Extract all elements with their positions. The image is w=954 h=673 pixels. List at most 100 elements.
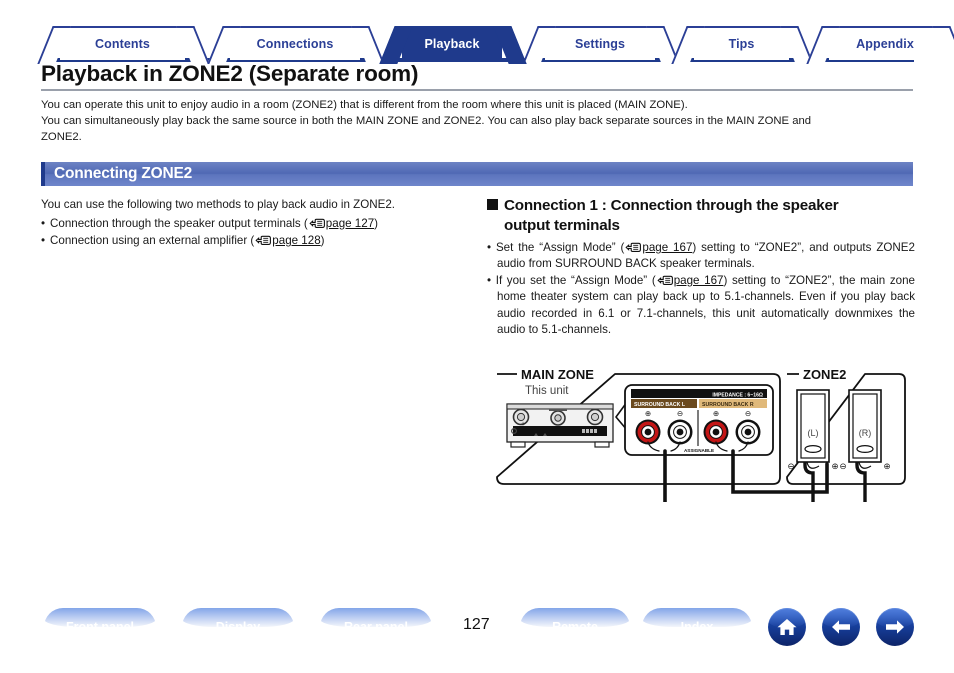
pointing-hand-icon <box>657 275 674 285</box>
page-reference-text: page 167 <box>673 273 724 287</box>
tab-label: Connections <box>256 37 334 51</box>
bullet-text-after: ) <box>320 234 325 247</box>
intro-line-2: You can simultaneously play back the sam… <box>41 114 812 127</box>
button-label: Display <box>215 620 261 634</box>
impedance-label: IMPEDANCE : 6~16Ω <box>712 392 763 398</box>
button-label: Front panel <box>65 620 135 634</box>
bullet-text: Set the “Assign Mode” ( <box>495 241 625 254</box>
speaker-left-driver <box>804 444 822 453</box>
speaker-right-driver <box>856 444 874 453</box>
tab-label: Tips <box>728 37 755 51</box>
tab-label: Playback <box>424 37 480 51</box>
page-reference-text: page 127 <box>325 216 375 230</box>
pointing-hand-icon <box>309 218 326 228</box>
binding-post-right-plus <box>703 419 729 445</box>
remote-button[interactable]: Remote <box>520 608 630 646</box>
tab-contents[interactable]: Contents <box>60 26 185 60</box>
index-button[interactable]: Index <box>642 608 752 646</box>
binding-post-left-plus <box>635 419 661 445</box>
intro-paragraph: You can operate this unit to enjoy audio… <box>41 98 915 145</box>
button-label: Remote <box>552 620 598 634</box>
tab-playback[interactable]: Playback <box>402 26 502 60</box>
zone2-label: ZONE2 <box>803 367 846 382</box>
title-divider <box>41 89 913 91</box>
tab-connections[interactable]: Connections <box>230 26 360 60</box>
list-item: • Connection using an external amplifier … <box>41 232 471 250</box>
speaker-right-plus: ⊕ <box>883 461 890 471</box>
list-item: • If you set the “Assign Mode” (page 167… <box>487 273 915 339</box>
left-column: You can use the following two methods to… <box>41 196 471 250</box>
minus-symbol: ⊖ <box>677 409 683 418</box>
tab-edge-left <box>215 26 231 62</box>
tab-edge-right <box>501 26 517 62</box>
tab-edge-right <box>359 26 375 62</box>
page-reference-link[interactable]: page 167 <box>642 241 692 254</box>
main-zone-label: MAIN ZONE <box>521 367 594 382</box>
tab-tips[interactable]: Tips <box>694 26 789 60</box>
tab-edge-right <box>788 26 804 62</box>
speaker-left-plus: ⊕ <box>831 461 838 471</box>
arrow-right-icon <box>886 620 904 634</box>
home-button[interactable] <box>768 608 806 646</box>
section-title: Connecting ZONE2 <box>54 165 193 182</box>
arrow-left-icon <box>832 620 850 634</box>
bullet-dot: • <box>487 273 492 287</box>
page-number: 127 <box>463 616 490 633</box>
speaker-right-label: (R) <box>859 428 872 438</box>
speaker-right-minus: ⊖ <box>839 461 846 471</box>
tab-edge-left <box>814 26 830 62</box>
tab-edge-left <box>530 26 546 62</box>
intro-line-3: ZONE2. <box>41 130 82 143</box>
list-item: • Connection through the speaker output t… <box>41 215 471 233</box>
tab-label: Contents <box>95 37 150 51</box>
button-label: Rear panel <box>344 620 408 634</box>
tab-edge-right <box>654 26 670 62</box>
section-header-bar: Connecting ZONE2 <box>41 162 913 186</box>
pointing-hand-icon <box>625 242 642 252</box>
tab-edge-right <box>940 26 954 62</box>
pointing-hand-icon <box>255 235 272 245</box>
svg-text:+: + <box>521 421 525 428</box>
right-bullet-list: • Set the “Assign Mode” (page 167) setti… <box>487 240 915 338</box>
terminal-right-label: SURROUND BACK R <box>702 402 754 408</box>
bullet-text-after: ) <box>374 216 379 230</box>
page-reference-text: page 128 <box>272 234 321 247</box>
manual-page: Contents Connections Playback Settings T… <box>0 0 954 673</box>
speaker-left-label: (L) <box>808 428 819 438</box>
tab-appendix[interactable]: Appendix <box>829 26 941 60</box>
connection-diagram: MAIN ZONE ZONE2 This unit + IMPEDANCE: … <box>487 352 915 502</box>
page-reference-text: page 167 <box>642 241 693 254</box>
next-page-button[interactable] <box>876 608 914 646</box>
bullet-dot: • <box>41 234 46 247</box>
speaker-left-minus: ⊖ <box>787 461 794 471</box>
binding-post-right-minus <box>735 419 761 445</box>
front-panel-button[interactable]: Front panel <box>44 608 156 646</box>
bullet-dot: • <box>41 216 46 230</box>
tab-edge-left <box>679 26 695 62</box>
tab-label: Appendix <box>856 37 914 51</box>
rear-panel-button[interactable]: Rear panel <box>320 608 432 646</box>
page-reference-link[interactable]: page 127 <box>326 217 374 230</box>
previous-page-button[interactable] <box>822 608 860 646</box>
page-reference-link[interactable]: page 167 <box>674 274 724 287</box>
bullet-dot: • <box>487 241 492 254</box>
receiver-illustration: + <box>506 403 614 448</box>
heading-line-2: output terminals <box>504 217 620 234</box>
page-title: Playback in ZONE2 (Separate room) <box>41 61 419 86</box>
binding-post-left-minus <box>667 419 693 445</box>
display-button[interactable]: Display <box>182 608 294 646</box>
bottom-navigation: Front panel Display Rear panel 127 Remot… <box>0 608 954 650</box>
plus-symbol: ⊕ <box>713 409 719 418</box>
tab-settings[interactable]: Settings <box>545 26 655 60</box>
left-lead-text: You can use the following two methods to… <box>41 198 396 211</box>
right-column: Connection 1 : Connection through the sp… <box>487 196 915 338</box>
button-label: Index <box>680 620 714 634</box>
heading-line-1: Connection 1 : Connection through the sp… <box>504 197 839 214</box>
minus-symbol: ⊖ <box>745 409 751 418</box>
bullet-text: Connection using an external amplifier ( <box>50 234 255 247</box>
this-unit-label: This unit <box>525 385 569 397</box>
list-item: • Set the “Assign Mode” (page 167) setti… <box>487 240 915 273</box>
tab-edge-right <box>184 26 200 62</box>
subsection-heading: Connection 1 : Connection through the sp… <box>487 196 915 236</box>
page-reference-link[interactable]: page 128 <box>272 234 320 247</box>
